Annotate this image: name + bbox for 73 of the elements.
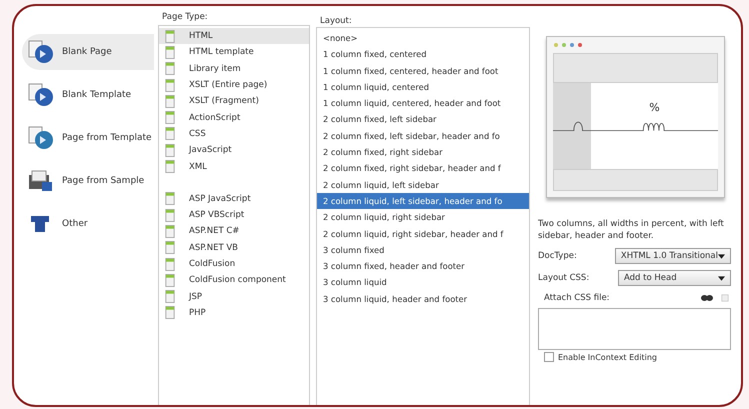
page-type-item[interactable]: PHP (159, 304, 309, 322)
document-icon (165, 160, 175, 174)
checkbox[interactable] (544, 352, 554, 362)
document-icon (165, 30, 175, 43)
page-type-item[interactable]: ASP JavaScript (159, 190, 309, 207)
page-type-item[interactable]: ASP.NET C# (159, 223, 309, 240)
page-type-item[interactable]: CSS (159, 126, 309, 142)
caret-icon (718, 254, 725, 258)
document-icon (165, 208, 175, 222)
layout-description: Two columns, all widths in percent, with left sidebar, header and footer. (538, 218, 725, 242)
layout-css-label: Layout CSS: (538, 273, 590, 283)
layout-item[interactable]: 1 column liquid, centered (317, 78, 529, 96)
document-icon (165, 94, 175, 108)
page-type-item[interactable]: ActionScript (159, 109, 309, 126)
page-globe-icon (28, 126, 54, 150)
layout-item[interactable]: <none> (317, 30, 529, 46)
document-icon (165, 258, 175, 270)
page-type-item[interactable]: JSP (159, 288, 309, 305)
document-icon (165, 127, 175, 140)
category-item[interactable]: Page from Sample (22, 163, 154, 199)
layout-item[interactable]: 2 column fixed, right sidebar (317, 144, 529, 160)
layout-item[interactable]: 1 column fixed, centered (317, 46, 529, 63)
category-item[interactable]: Blank Template (22, 77, 154, 113)
page-type-item[interactable]: JavaScript (159, 142, 309, 158)
document-icon (165, 111, 175, 124)
document-icon (165, 241, 175, 254)
layout-item[interactable]: 2 column liquid, left sidebar, header and fo (317, 192, 529, 210)
layout-item[interactable]: 3 column fixed, header and footer (317, 258, 529, 274)
layout-item[interactable]: 3 column liquid, header and footer (317, 290, 529, 308)
layout-item[interactable]: 2 column fixed, left sidebar, header and fo (317, 128, 529, 144)
document-icon (165, 290, 175, 304)
page-type-item[interactable]: XML (159, 158, 309, 175)
page-type-item[interactable]: XSLT (Entire page) (159, 76, 309, 94)
category-item[interactable]: Blank Page (22, 34, 154, 70)
page-type-item[interactable]: ASP VBScript (159, 206, 309, 224)
doctype-select[interactable]: XHTML 1.0 Transitional (614, 248, 731, 264)
document-icon (165, 224, 175, 238)
page-type-item[interactable]: ASP.NET VB (159, 240, 309, 256)
document-icon (165, 144, 175, 157)
caret-icon (718, 276, 725, 280)
page-type-item[interactable]: XSLT (Fragment) (159, 93, 309, 110)
document-icon (165, 306, 175, 320)
layout-item[interactable]: 2 column liquid, right sidebar (317, 209, 529, 226)
page-globe-icon (28, 83, 54, 107)
category-item[interactable]: Page from Template (22, 120, 154, 156)
document-icon (165, 62, 175, 76)
layout-item[interactable]: 3 column liquid (317, 274, 529, 291)
layout-item[interactable]: 2 column fixed, right sidebar, header and f (317, 160, 529, 177)
page-type-item[interactable]: HTML template (159, 44, 309, 61)
layout-item[interactable]: 3 column fixed (317, 242, 529, 258)
layout-heading: Layout: (320, 16, 353, 27)
page-type-item[interactable]: ColdFusion (159, 256, 309, 272)
layout-css-select[interactable]: Add to Head (618, 270, 731, 286)
document-icon (165, 274, 175, 287)
attached-css-list[interactable] (538, 308, 731, 350)
layout-item[interactable]: 1 column liquid, centered, header and foot (317, 95, 529, 112)
incontext-label: Enable InContext Editing (558, 352, 657, 362)
layout-item[interactable]: 2 column fixed, left sidebar (317, 111, 529, 128)
attach-css-label: Attach CSS file: (544, 293, 611, 303)
layout-item[interactable]: 2 column liquid, left sidebar (317, 176, 529, 193)
document-icon (165, 78, 175, 92)
page-type-item[interactable]: Library item (159, 60, 309, 77)
page-type-item[interactable]: HTML (159, 28, 309, 44)
document-icon (165, 192, 175, 206)
page-type-heading: Page Type: (162, 12, 209, 24)
doctype-label: DocType: (538, 251, 578, 261)
page-type-item[interactable]: ColdFusion component (159, 272, 309, 288)
category-item[interactable]: Other (22, 206, 154, 242)
document-icon (165, 46, 175, 59)
percent-label: % (649, 101, 660, 114)
layout-item[interactable]: 2 column liquid, right sidebar, header and f (317, 226, 529, 242)
page-globe-icon (28, 40, 54, 64)
layout-item[interactable]: 1 column fixed, centered, header and foot (317, 62, 529, 79)
